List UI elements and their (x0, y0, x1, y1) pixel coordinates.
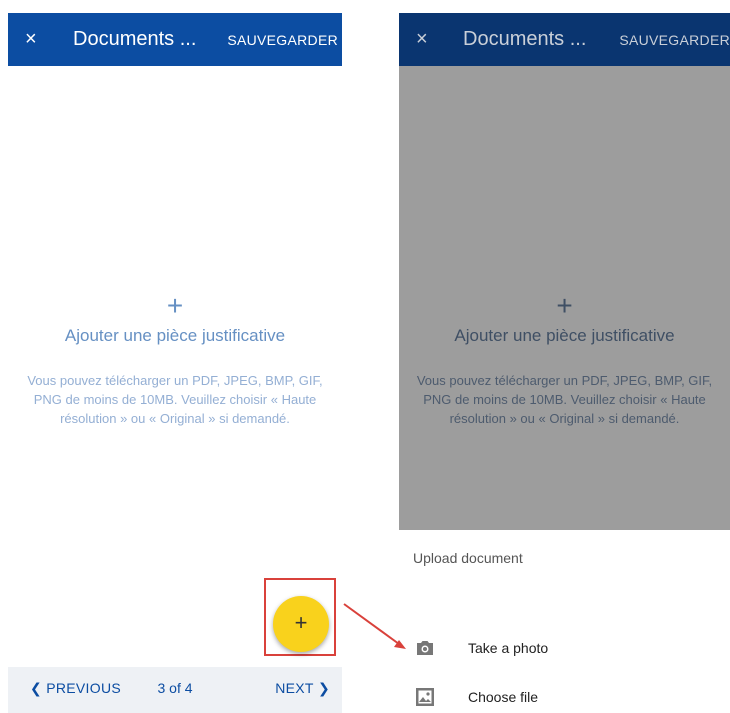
annotation-arrow (343, 603, 406, 649)
